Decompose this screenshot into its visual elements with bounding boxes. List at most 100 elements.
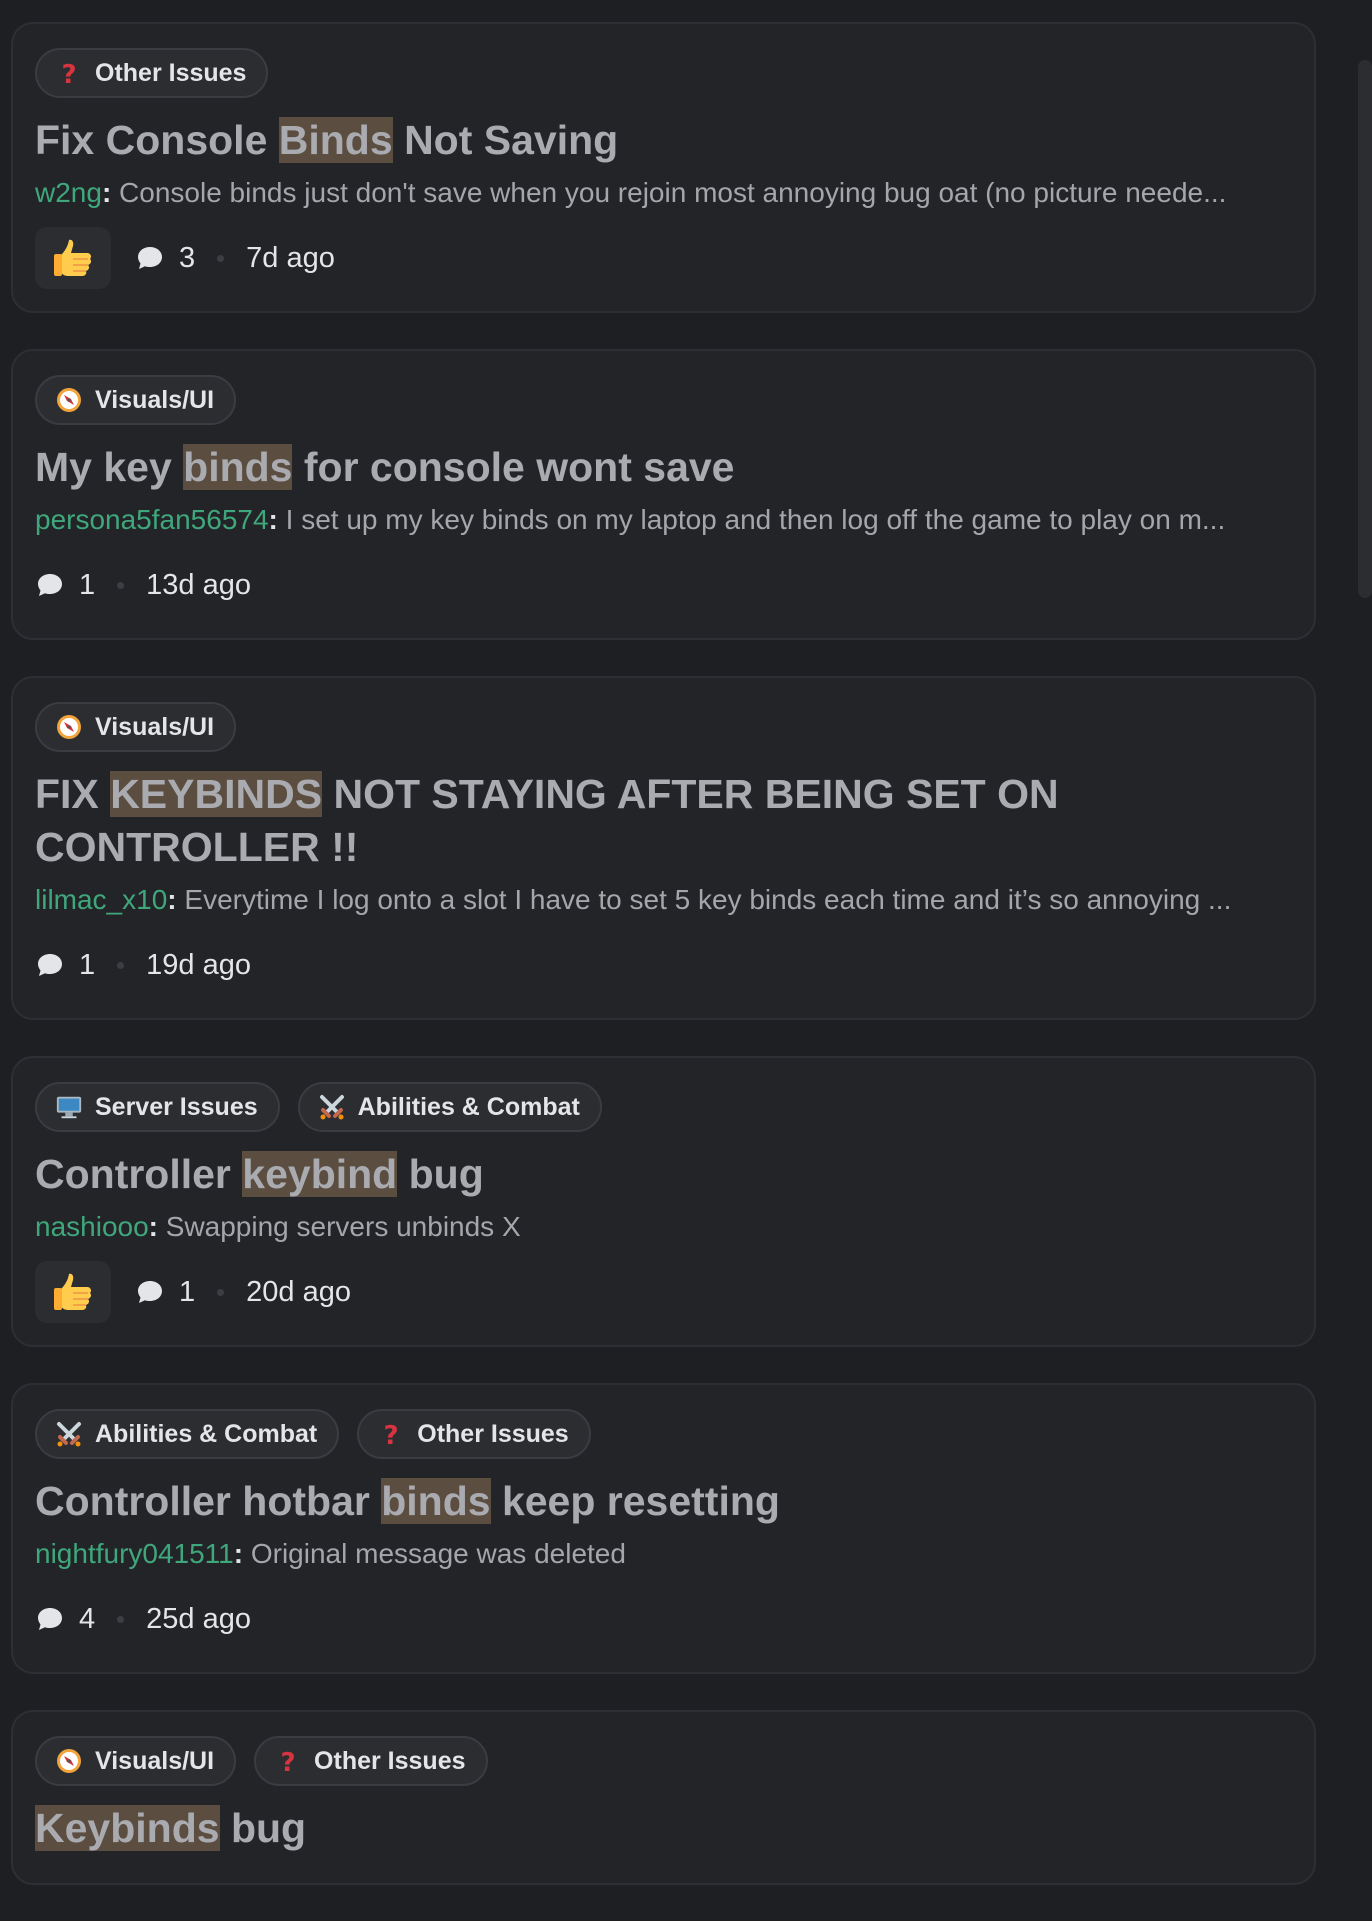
author-name[interactable]: nashiooo [35, 1211, 149, 1242]
title-text: Not Saving [392, 117, 619, 163]
comment-count: 1 [35, 569, 95, 602]
tag-label: Other Issues [95, 58, 247, 87]
compass-icon [55, 1747, 83, 1775]
post-title[interactable]: Controller hotbar binds keep resetting [35, 1475, 1292, 1528]
tag-label: Other Issues [417, 1419, 569, 1448]
thumbs-up-icon[interactable] [35, 227, 111, 289]
post-card[interactable]: ? Other Issues Fix Console Binds Not Savin… [11, 22, 1316, 313]
tag-label: Server Issues [95, 1092, 258, 1121]
comment-icon [35, 951, 65, 979]
post-snippet: persona5fan56574: I set up my key binds … [35, 504, 1226, 535]
title-text: bug [397, 1151, 484, 1197]
forum-post-list: ? Other Issues Fix Console Binds Not Savin… [11, 22, 1316, 1921]
post-age: 19d ago [146, 948, 251, 981]
tag-pill[interactable]: Abilities & Combat [297, 1082, 602, 1132]
post-meta: 3 7d ago [35, 227, 1292, 289]
title-text: Controller hotbar [35, 1478, 382, 1524]
post-card[interactable]: Abilities & Combat? Other Issues Controlle… [11, 1383, 1316, 1674]
search-highlight: binds [183, 444, 293, 490]
compass-icon [55, 713, 83, 741]
comment-count: 1 [35, 949, 95, 982]
title-text: for console wont save [292, 444, 735, 490]
post-card[interactable]: Visuals/UI? Other Issues Keybinds bug [11, 1710, 1316, 1885]
crossed-swords-icon [55, 1420, 83, 1448]
post-title[interactable]: FIX KEYBINDS NOT STAYING AFTER BEING SET… [35, 768, 1292, 874]
tag-label: Other Issues [314, 1746, 466, 1775]
author-name[interactable]: lilmac_x10 [35, 884, 167, 915]
post-meta: 1 19d ago [35, 934, 1292, 996]
svg-text:?: ? [384, 1421, 399, 1448]
post-card[interactable]: Visuals/UI FIX KEYBINDS NOT STAYING AFTER… [11, 676, 1316, 1020]
post-tags: Visuals/UI? Other Issues [35, 1736, 1292, 1786]
comment-icon [35, 1605, 65, 1633]
scrollbar[interactable] [1358, 60, 1372, 598]
tag-pill[interactable]: Abilities & Combat [35, 1409, 340, 1459]
search-highlight: Binds [278, 117, 393, 163]
title-text: keep resetting [490, 1478, 780, 1524]
post-age: 25d ago [146, 1602, 251, 1635]
comment-icon [135, 244, 165, 272]
question-icon: ? [274, 1747, 302, 1775]
search-highlight: Keybinds [35, 1805, 220, 1851]
post-title[interactable]: Fix Console Binds Not Saving [35, 114, 1292, 167]
question-icon: ? [55, 59, 83, 87]
tag-pill[interactable]: Visuals/UI [35, 702, 237, 752]
author-name[interactable]: w2ng [35, 177, 102, 208]
post-tags: Abilities & Combat? Other Issues [35, 1409, 1292, 1459]
post-snippet: lilmac_x10: Everytime I log onto a slot … [35, 884, 1232, 915]
post-tags: Server Issues Abilities & Combat [35, 1082, 1292, 1132]
tag-pill[interactable]: Server Issues [35, 1082, 280, 1132]
post-age: 7d ago [246, 241, 335, 274]
comment-count-value: 4 [79, 1602, 96, 1635]
separator-dot [217, 254, 225, 262]
post-snippet: nashiooo: Swapping servers unbinds X [35, 1211, 521, 1242]
comment-count-value: 1 [179, 1275, 196, 1308]
snippet-text: I set up my key binds on my laptop and t… [285, 504, 1226, 535]
post-age: 20d ago [246, 1275, 351, 1308]
snippet-text: Original message was deleted [250, 1538, 626, 1569]
post-card[interactable]: Visuals/UI My key binds for console wont … [11, 349, 1316, 640]
search-highlight: keybind [242, 1151, 398, 1197]
post-snippet: w2ng: Console binds just don't save when… [35, 177, 1227, 208]
comment-count: 3 [135, 242, 195, 275]
post-snippet: nightfury041511: Original message was de… [35, 1538, 626, 1569]
comment-count-value: 1 [79, 568, 96, 601]
snippet-text: Console binds just don't save when you r… [119, 177, 1227, 208]
tag-label: Abilities & Combat [95, 1419, 318, 1448]
comment-count-value: 1 [79, 948, 96, 981]
post-tags: Visuals/UI [35, 702, 1292, 752]
title-text: FIX [35, 771, 111, 817]
comment-count-value: 3 [179, 241, 196, 274]
separator-dot [217, 1288, 225, 1296]
comment-count: 1 [135, 1276, 195, 1309]
comment-icon [35, 571, 65, 599]
tag-pill[interactable]: ? Other Issues [254, 1736, 488, 1786]
author-name[interactable]: persona5fan56574 [35, 504, 269, 535]
title-text: bug [219, 1805, 307, 1851]
comment-icon [135, 1278, 165, 1306]
tag-pill[interactable]: ? Other Issues [35, 48, 269, 98]
title-text: Fix Console [35, 117, 279, 163]
monitor-icon [55, 1093, 83, 1121]
tag-label: Visuals/UI [95, 1746, 215, 1775]
post-age: 13d ago [146, 568, 251, 601]
svg-text:?: ? [61, 60, 76, 87]
author-name[interactable]: nightfury041511 [35, 1538, 234, 1569]
post-card[interactable]: Server Issues Abilities & Combat Controlle… [11, 1056, 1316, 1347]
separator-dot [117, 961, 125, 969]
post-title[interactable]: My key binds for console wont save [35, 441, 1292, 494]
svg-text:?: ? [281, 1748, 296, 1775]
post-title[interactable]: Keybinds bug [35, 1802, 1292, 1855]
snippet-text: Swapping servers unbinds X [165, 1211, 521, 1242]
post-tags: Visuals/UI [35, 375, 1292, 425]
post-meta: 1 13d ago [35, 554, 1292, 616]
tag-pill[interactable]: ? Other Issues [357, 1409, 591, 1459]
snippet-text: Everytime I log onto a slot I have to se… [184, 884, 1232, 915]
tag-pill[interactable]: Visuals/UI [35, 1736, 237, 1786]
thumbs-up-icon[interactable] [35, 1261, 111, 1323]
separator-dot [117, 581, 125, 589]
comment-count: 4 [35, 1603, 95, 1636]
post-title[interactable]: Controller keybind bug [35, 1148, 1292, 1201]
question-icon: ? [377, 1420, 405, 1448]
tag-pill[interactable]: Visuals/UI [35, 375, 237, 425]
